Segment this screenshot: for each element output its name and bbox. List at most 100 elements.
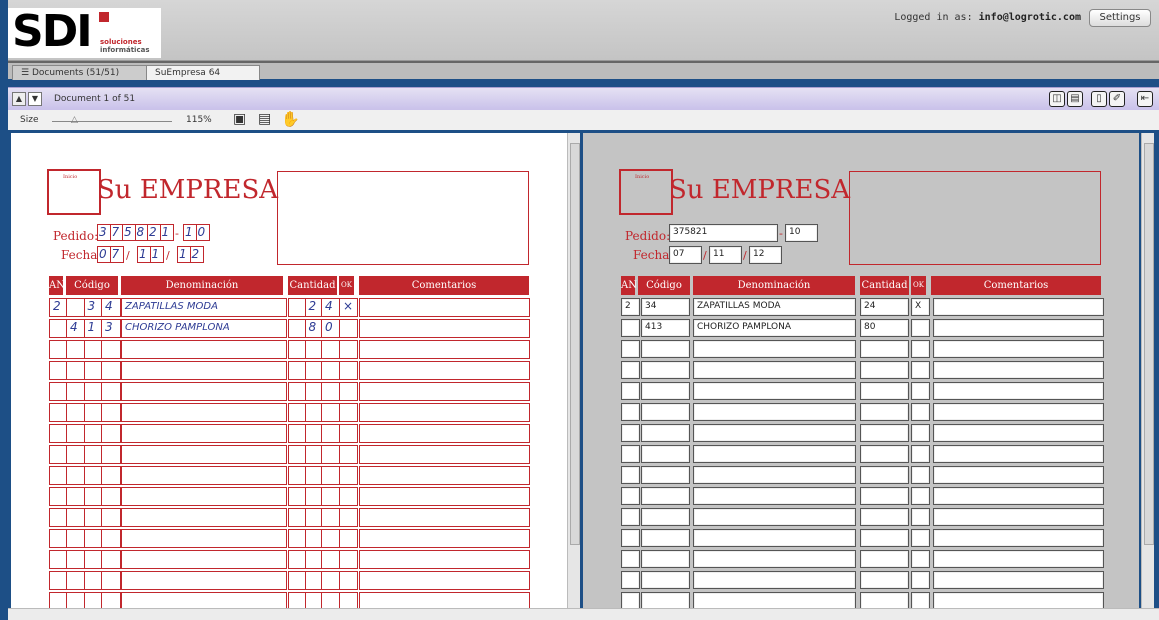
cantidad-input[interactable] [860,571,909,589]
fecha-year-input[interactable]: 12 [749,246,782,264]
fecha-month-input[interactable]: 11 [709,246,742,264]
denominacion-input[interactable] [693,361,856,379]
denominacion-input[interactable] [693,508,856,526]
codigo-input[interactable] [641,592,690,608]
cantidad-input[interactable] [860,445,909,463]
codigo-input[interactable] [641,403,690,421]
prev-document-button[interactable]: ▲ [12,92,26,106]
right-scroll-thumb[interactable] [1144,143,1154,545]
codigo-input[interactable] [641,571,690,589]
codigo-input[interactable] [641,508,690,526]
hand-tool-icon[interactable]: ✋ [281,110,300,128]
denominacion-input[interactable] [693,340,856,358]
cantidad-input[interactable] [860,487,909,505]
codigo-input[interactable] [641,529,690,547]
denominacion-input[interactable]: CHORIZO PAMPLONA [693,319,856,337]
collapse-panel-icon[interactable]: ⇤ [1137,91,1153,107]
denominacion-input[interactable] [693,382,856,400]
tab-suempresa[interactable]: SuEmpresa 64 [146,65,260,80]
cantidad-input[interactable]: 80 [860,319,909,337]
an-input[interactable] [621,571,640,589]
an-input[interactable] [621,592,640,608]
ok-input[interactable] [911,403,930,421]
an-input[interactable] [621,403,640,421]
zoom-slider[interactable] [52,121,172,122]
cantidad-input[interactable] [860,529,909,547]
ok-input[interactable]: X [911,298,930,316]
settings-button[interactable]: Settings [1089,9,1151,27]
pedido-input[interactable]: 375821 [669,224,778,242]
codigo-input[interactable] [641,487,690,505]
an-input[interactable] [621,550,640,568]
cantidad-input[interactable] [860,424,909,442]
codigo-input[interactable] [641,550,690,568]
denominacion-input[interactable] [693,424,856,442]
horizontal-scrollbar[interactable] [8,608,1159,620]
cantidad-input[interactable] [860,550,909,568]
pedido-suffix-input[interactable]: 10 [785,224,818,242]
denominacion-input[interactable] [693,529,856,547]
denominacion-input[interactable] [693,487,856,505]
ok-input[interactable] [911,319,930,337]
cantidad-input[interactable] [860,592,909,608]
denominacion-input[interactable] [693,445,856,463]
comentarios-input[interactable] [933,319,1104,337]
next-document-button[interactable]: ▼ [28,92,42,106]
comentarios-input[interactable] [933,424,1104,442]
codigo-input[interactable] [641,382,690,400]
comentarios-input[interactable] [933,571,1104,589]
an-input[interactable] [621,424,640,442]
an-input[interactable] [621,508,640,526]
comentarios-input[interactable] [933,382,1104,400]
ok-input[interactable] [911,571,930,589]
ok-input[interactable] [911,550,930,568]
cantidad-input[interactable] [860,508,909,526]
ok-input[interactable] [911,487,930,505]
denominacion-input[interactable] [693,592,856,608]
ok-input[interactable] [911,592,930,608]
cantidad-input[interactable] [860,382,909,400]
codigo-input[interactable] [641,340,690,358]
comentarios-input[interactable] [933,550,1104,568]
left-scrollbar[interactable] [567,133,580,608]
ok-input[interactable] [911,466,930,484]
fecha-day-input[interactable]: 07 [669,246,702,264]
split-vertical-icon[interactable]: ◫ [1049,91,1065,107]
zoom-slider-thumb[interactable]: △ [71,115,78,125]
tab-documents[interactable]: ☰ Documents (51/51) [12,65,150,80]
comentarios-input[interactable] [933,508,1104,526]
denominacion-input[interactable] [693,571,856,589]
an-input[interactable] [621,466,640,484]
denominacion-input[interactable]: ZAPATILLAS MODA [693,298,856,316]
attachment-icon[interactable]: ✐ [1109,91,1125,107]
codigo-input[interactable]: 413 [641,319,690,337]
an-input[interactable] [621,340,640,358]
ok-input[interactable] [911,445,930,463]
denominacion-input[interactable] [693,466,856,484]
comentarios-input[interactable] [933,403,1104,421]
codigo-input[interactable] [641,424,690,442]
comentarios-input[interactable] [933,487,1104,505]
an-input[interactable] [621,445,640,463]
fit-width-icon[interactable]: ▤ [258,111,271,127]
split-horizontal-icon[interactable]: ▤ [1067,91,1083,107]
comentarios-input[interactable] [933,361,1104,379]
an-input[interactable]: 2 [621,298,640,316]
codigo-input[interactable] [641,466,690,484]
fit-page-icon[interactable]: ▣ [233,111,246,127]
an-input[interactable] [621,529,640,547]
cantidad-input[interactable] [860,340,909,358]
ok-input[interactable] [911,340,930,358]
an-input[interactable] [621,382,640,400]
comentarios-input[interactable] [933,529,1104,547]
codigo-input[interactable] [641,361,690,379]
comentarios-input[interactable] [933,445,1104,463]
comentarios-input[interactable] [933,340,1104,358]
ok-input[interactable] [911,529,930,547]
cantidad-input[interactable] [860,466,909,484]
codigo-input[interactable] [641,445,690,463]
ok-input[interactable] [911,361,930,379]
document-icon[interactable]: ▯ [1091,91,1107,107]
an-input[interactable] [621,487,640,505]
denominacion-input[interactable] [693,550,856,568]
